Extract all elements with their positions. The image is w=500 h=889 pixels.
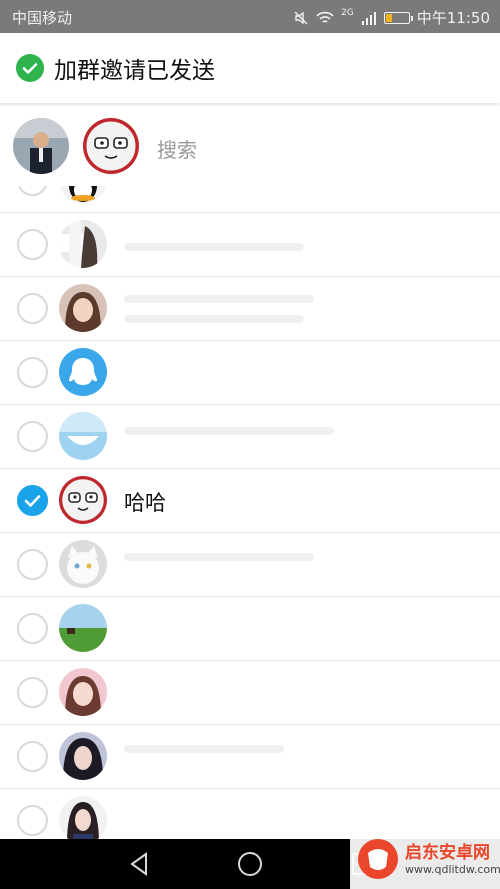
list-item[interactable] [0, 533, 500, 597]
girl-dark-hair-avatar [59, 732, 107, 780]
status-icons: 2G 中午11:50 [293, 7, 490, 28]
select-radio[interactable] [17, 677, 48, 708]
watermark-title: 启东安卓网 [405, 843, 490, 863]
select-radio[interactable] [17, 421, 48, 452]
signal-icon [361, 11, 376, 25]
mute-icon [294, 11, 308, 24]
blue-smile-avatar [59, 412, 107, 460]
landscape-avatar [59, 604, 107, 652]
qq-default-avatar [59, 348, 107, 396]
select-radio[interactable] [17, 229, 48, 260]
cartoon-glasses-avatar [59, 476, 107, 524]
select-radio[interactable] [17, 357, 48, 388]
white-cat-avatar [59, 540, 107, 588]
select-radio[interactable] [17, 293, 48, 324]
list-item[interactable] [0, 213, 500, 277]
search-input[interactable]: 搜索 [157, 134, 197, 163]
status-bar: 中国移动 2G 中午11:50 [0, 0, 500, 33]
watermark: 启东安卓网 www.qdlitdw.com [350, 830, 500, 889]
network-badge: 2G [341, 7, 354, 18]
invite-sent-toast: 加群邀请已发送 [0, 33, 500, 103]
select-radio[interactable] [17, 613, 48, 644]
wifi-icon [316, 11, 334, 23]
battery-icon [383, 11, 413, 24]
list-item[interactable] [0, 725, 500, 789]
contact-name: 哈哈 [124, 491, 166, 515]
list-item[interactable] [0, 661, 500, 725]
girl-uniform-avatar [59, 796, 107, 839]
select-radio[interactable] [17, 549, 48, 580]
list-item[interactable] [0, 277, 500, 341]
watermark-url: www.qdlitdw.com [405, 863, 500, 876]
list-item[interactable]: 哈哈 [0, 469, 500, 533]
selected-avatar-businessman[interactable] [13, 118, 69, 174]
list-item[interactable] [0, 186, 500, 213]
carrier-label: 中国移动 [12, 9, 73, 27]
home-icon[interactable] [236, 850, 264, 878]
check-circle-icon [16, 54, 44, 82]
watermark-logo [358, 839, 398, 879]
select-radio[interactable] [17, 805, 48, 836]
toast-message: 加群邀请已发送 [54, 58, 215, 84]
selected-members-bar: 搜索 [0, 106, 500, 187]
selected-avatar-cartoon[interactable] [83, 118, 139, 174]
back-icon[interactable] [126, 850, 154, 878]
list-item[interactable] [0, 597, 500, 661]
contact-list: 哈哈 [0, 186, 500, 839]
list-item[interactable] [0, 405, 500, 469]
select-radio[interactable] [17, 186, 48, 196]
girl-photo-avatar [59, 284, 107, 332]
select-radio[interactable] [17, 741, 48, 772]
clock: 中午11:50 [416, 9, 490, 27]
select-radio-checked[interactable] [17, 485, 48, 516]
girl-pink-avatar [59, 668, 107, 716]
photo-avatar [59, 220, 107, 268]
list-item[interactable] [0, 341, 500, 405]
penguin-avatar [59, 186, 107, 204]
